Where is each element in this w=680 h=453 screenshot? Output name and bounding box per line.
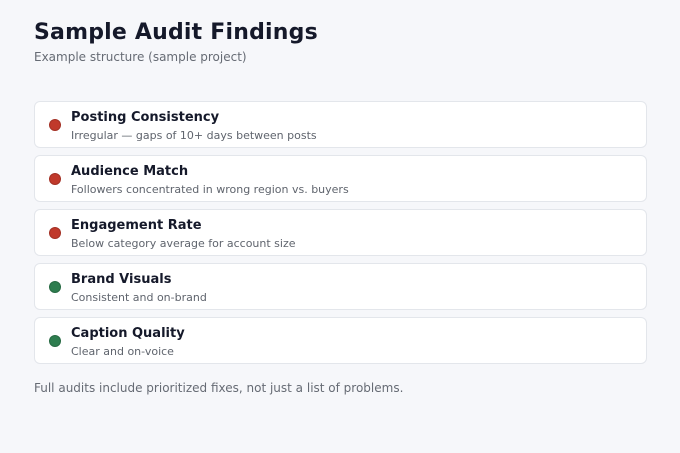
- finding-description: Below category average for account size: [71, 237, 296, 250]
- status-dot-icon: [49, 281, 61, 293]
- finding-description: Clear and on-voice: [71, 345, 174, 358]
- finding-description: Irregular — gaps of 10+ days between pos…: [71, 129, 317, 142]
- page-title: Sample Audit Findings: [34, 20, 318, 45]
- finding-card-posting-consistency: Posting Consistency Irregular — gaps of …: [34, 101, 647, 148]
- footer-note: Full audits include prioritized fixes, n…: [34, 381, 404, 395]
- finding-card-engagement-rate: Engagement Rate Below category average f…: [34, 209, 647, 256]
- page-subtitle: Example structure (sample project): [34, 50, 247, 64]
- finding-title: Audience Match: [71, 164, 189, 179]
- finding-description: Followers concentrated in wrong region v…: [71, 183, 349, 196]
- finding-card-caption-quality: Caption Quality Clear and on-voice: [34, 317, 647, 364]
- finding-description: Consistent and on-brand: [71, 291, 207, 304]
- status-dot-icon: [49, 227, 61, 239]
- finding-title: Caption Quality: [71, 326, 185, 341]
- finding-card-audience-match: Audience Match Followers concentrated in…: [34, 155, 647, 202]
- status-dot-icon: [49, 119, 61, 131]
- finding-title: Brand Visuals: [71, 272, 172, 287]
- finding-title: Posting Consistency: [71, 110, 220, 125]
- finding-title: Engagement Rate: [71, 218, 202, 233]
- finding-card-brand-visuals: Brand Visuals Consistent and on-brand: [34, 263, 647, 310]
- findings-list: Posting Consistency Irregular — gaps of …: [34, 101, 647, 371]
- status-dot-icon: [49, 335, 61, 347]
- status-dot-icon: [49, 173, 61, 185]
